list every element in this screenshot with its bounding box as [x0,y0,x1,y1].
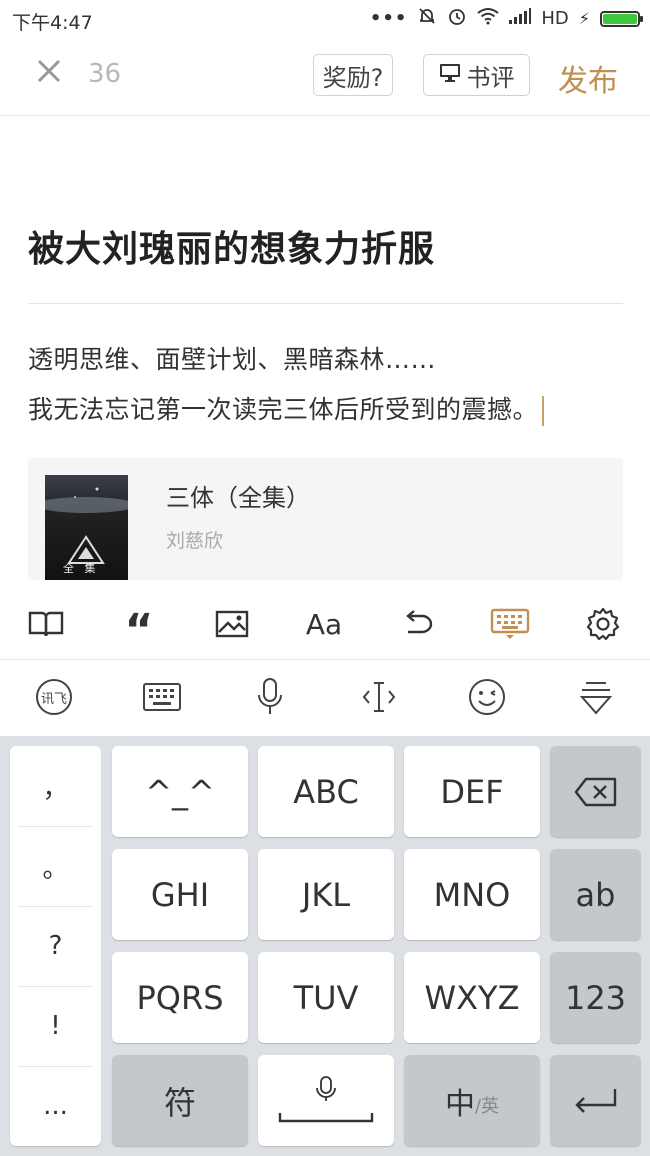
backspace-icon [574,777,616,806]
key-ghi[interactable]: GHI [112,849,248,940]
book-icon[interactable] [23,601,69,647]
undo-icon[interactable] [394,601,440,647]
alarm-icon [447,6,467,31]
editor-toolbar: “ Aa [0,595,650,657]
book-review-label: 书评 [466,63,515,92]
book-author: 刘慈欣 [166,530,224,552]
key-wxyz[interactable]: WXYZ [404,952,540,1043]
close-icon[interactable] [34,56,64,86]
key-pqrs[interactable]: PQRS [112,952,248,1043]
lang-key-main: 中 [444,1086,475,1122]
font-style-label: Aa [305,607,343,641]
article-body-line-1[interactable]: 透明思维、面壁计划、黑暗森林…… [28,340,436,376]
status-icons: ••• HD ⚡ [369,6,643,31]
ime-toolbar: 讯飞 [0,660,650,736]
lang-key-sub: /英 [474,1095,500,1117]
font-style-icon[interactable]: Aa [301,601,347,647]
image-icon[interactable] [209,601,255,647]
emoji-icon[interactable] [464,674,510,720]
backspace-key[interactable] [550,746,641,837]
book-card[interactable]: 全 集 三体（全集） 刘慈欣 [28,458,623,580]
enter-key[interactable] [550,1055,641,1146]
signal-icon [509,8,532,29]
ime-keyboard-icon[interactable] [139,674,185,720]
key-emoticon[interactable]: ^_^ [112,746,248,837]
ime-logo-icon[interactable]: 讯飞 [31,674,77,720]
punct-key-question[interactable]: ? [10,906,101,986]
punct-key-comma[interactable]: ， [10,746,101,826]
article-title[interactable]: 被大刘瑰丽的想象力折服 [28,220,435,272]
cursor-move-icon[interactable] [356,674,402,720]
quote-icon[interactable]: “ [116,601,162,653]
symbol-key[interactable]: 符 [112,1055,248,1146]
keyboard-toggle-icon[interactable] [487,601,533,647]
space-key[interactable] [258,1055,394,1146]
microphone-icon[interactable] [247,674,293,720]
article-body-line-2-text: 我无法忘记第一次读完三体后所受到的震撼。 [28,395,539,424]
title-divider [28,303,623,304]
cover-subtitle: 全 集 [63,562,96,575]
key-def[interactable]: DEF [404,746,540,837]
key-tuv[interactable]: TUV [258,952,394,1043]
punctuation-column[interactable]: ， 。 ? ! ... [10,746,101,1146]
book-cover: 全 集 [45,475,128,580]
key-123-switch[interactable]: 123 [550,952,641,1043]
wifi-icon [477,7,499,30]
publish-button[interactable]: 发布 [558,56,618,100]
ime-logo-text: 讯飞 [40,691,67,707]
t9-keyboard: ， 。 ? ! ... ^_^ ABC DEF GHI JKL MNO ab P… [0,736,650,1156]
key-mno[interactable]: MNO [404,849,540,940]
mute-bell-icon [417,6,437,31]
status-time: 下午4:47 [12,12,93,34]
battery-icon [600,10,643,27]
text-cursor [542,396,545,426]
book-title: 三体（全集） [166,484,310,512]
more-dots-icon: ••• [369,8,408,29]
reward-button[interactable]: 奖励? [313,54,393,96]
editor-top-bar: 36 奖励? 书评 发布 [0,38,650,116]
charging-icon: ⚡ [578,9,590,28]
article-body-line-2[interactable]: 我无法忘记第一次读完三体后所受到的震撼。 [28,390,545,426]
space-mic-icon [278,1075,374,1122]
punct-key-period[interactable]: 。 [10,826,101,906]
hide-keyboard-icon[interactable] [573,674,619,720]
punct-key-exclaim[interactable]: ! [10,986,101,1066]
char-count: 36 [88,59,122,89]
key-jkl[interactable]: JKL [258,849,394,940]
language-switch-key[interactable]: 中/英 [404,1055,540,1146]
network-type: HD [541,8,569,29]
punct-key-ellipsis[interactable]: ... [10,1066,101,1146]
enter-icon [574,1088,616,1113]
key-abc[interactable]: ABC [258,746,394,837]
settings-gear-icon[interactable] [580,601,626,647]
reward-label: 奖励? [322,63,384,92]
key-ab-switch[interactable]: ab [550,849,641,940]
monitor-icon [439,61,461,89]
status-bar: 下午4:47 ••• HD ⚡ [0,0,650,38]
book-review-button[interactable]: 书评 [423,54,530,96]
